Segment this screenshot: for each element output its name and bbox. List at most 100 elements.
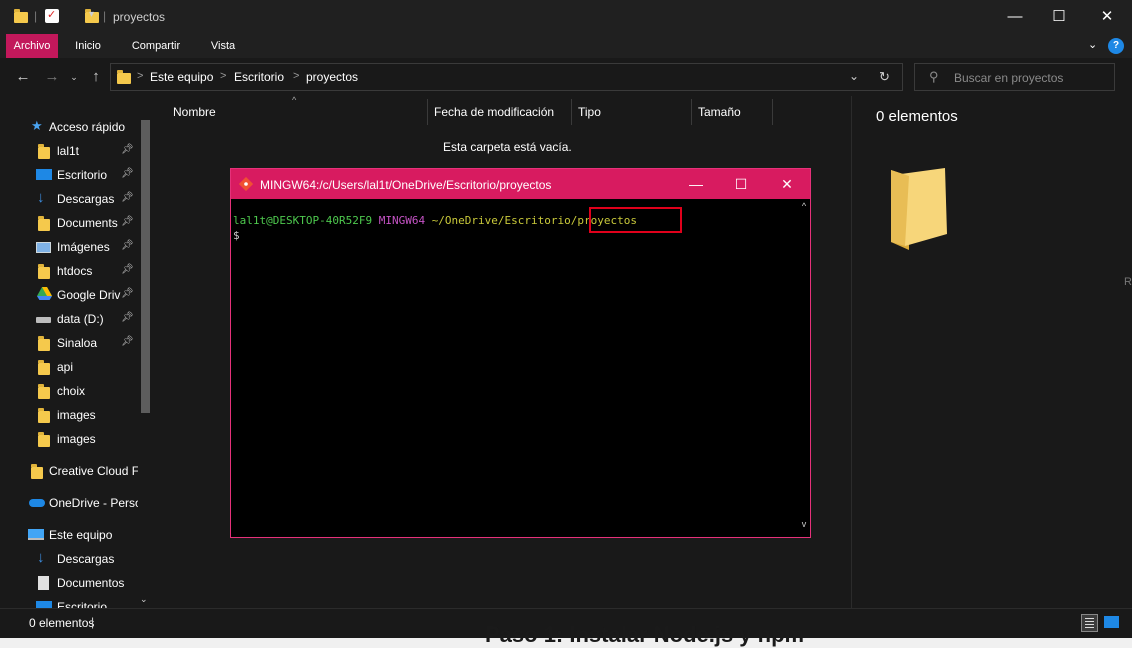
pin-icon: 📌︎: [121, 240, 134, 251]
breadcrumb-escritorio[interactable]: Escritorio: [234, 70, 284, 84]
address-bar[interactable]: > Este equipo > Escritorio > proyectos ⌄…: [110, 63, 903, 91]
sidebar-scrollbar-thumb[interactable]: [141, 120, 150, 413]
computer-icon: [28, 529, 44, 540]
sidebar-item-images[interactable]: images: [0, 403, 140, 427]
properties-icon[interactable]: ✓: [45, 9, 59, 23]
sidebar-item-label: Creative Cloud F: [49, 464, 140, 478]
onedrive-icon: [29, 499, 45, 507]
terminal-maximize-button[interactable]: ☐: [718, 169, 764, 199]
scroll-down-icon[interactable]: ⌄: [140, 594, 148, 605]
chevron-down-icon[interactable]: ⌄: [849, 69, 859, 83]
background-page-heading: Paso 1: Instalar Node.js y npm: [485, 622, 805, 647]
column-header-fecha[interactable]: Fecha de modificación: [434, 105, 554, 135]
drive-disk-icon: [36, 317, 51, 323]
tab-archivo[interactable]: Archivo: [6, 34, 58, 58]
terminal-window[interactable]: MINGW64:/c/Users/lal1t/OneDrive/Escritor…: [230, 168, 811, 538]
pane-edge-marker: R: [1124, 276, 1132, 288]
folder-icon: [38, 216, 50, 231]
column-divider[interactable]: [772, 99, 773, 125]
status-divider: |: [91, 615, 95, 629]
column-divider[interactable]: [571, 99, 572, 125]
sidebar-item-data-d[interactable]: data (D:) 📌︎: [0, 307, 140, 331]
terminal-scrollbar[interactable]: ^ v: [798, 199, 810, 537]
empty-folder-message: Esta carpeta está vacía.: [443, 140, 572, 154]
sidebar-item-este-equipo[interactable]: Este equipo: [0, 523, 140, 547]
navigation-bar: ← → ⌄ ↑ > Este equipo > Escritorio > pro…: [0, 58, 1132, 98]
sidebar-item-documents[interactable]: Documents 📌︎: [0, 211, 140, 235]
maximize-button[interactable]: ☐: [1036, 0, 1082, 34]
pin-icon: 📌︎: [121, 288, 134, 299]
breadcrumb-separator: >: [220, 70, 227, 82]
column-header-tamano[interactable]: Tamaño: [698, 105, 741, 135]
sidebar-item-imagenes[interactable]: Imágenes 📌︎: [0, 235, 140, 259]
sidebar-item-label: Google Driv: [57, 288, 121, 302]
file-explorer-window: | ✓ ▾ | proyectos — ☐ ✕ Archivo Inicio C…: [0, 0, 1132, 647]
download-icon: ↓: [37, 189, 45, 206]
scroll-down-icon[interactable]: v: [798, 519, 810, 529]
sidebar-item-descargas[interactable]: ↓ Descargas 📌︎: [0, 187, 140, 211]
pin-icon: 📌︎: [121, 144, 134, 155]
details-view-icon[interactable]: [1081, 614, 1098, 632]
back-arrow-icon[interactable]: ←: [12, 66, 34, 88]
up-arrow-icon[interactable]: ↑: [85, 66, 107, 88]
sidebar-item-label: images: [57, 408, 96, 422]
sidebar-item-onedrive[interactable]: OneDrive - Perso: [0, 491, 140, 515]
terminal-close-button[interactable]: ✕: [764, 169, 810, 199]
terminal-user-host: lal1t@DESKTOP-40R52F9: [233, 214, 373, 227]
git-icon: [238, 176, 254, 192]
large-icons-view-icon[interactable]: [1104, 616, 1119, 628]
scroll-up-icon[interactable]: ^: [798, 201, 810, 211]
column-header-tipo[interactable]: Tipo: [578, 105, 601, 135]
sidebar-item-api[interactable]: api: [0, 355, 140, 379]
pin-icon: 📌︎: [121, 168, 134, 179]
desktop-icon: [36, 169, 52, 180]
status-item-count: 0 elementos: [29, 616, 95, 630]
breadcrumb-proyectos[interactable]: proyectos: [306, 70, 358, 84]
separator-icon: |: [34, 9, 38, 23]
search-placeholder: Buscar en proyectos: [954, 71, 1064, 85]
minimize-button[interactable]: —: [992, 0, 1038, 34]
sidebar-item-label: choix: [57, 384, 86, 398]
folder-icon: [38, 144, 50, 159]
pin-icon: 📌︎: [121, 192, 134, 203]
pin-icon: 📌︎: [121, 336, 134, 347]
search-box[interactable]: ⚲ Buscar en proyectos: [914, 63, 1115, 91]
tab-inicio[interactable]: Inicio: [66, 34, 110, 58]
sidebar-item-label: api: [57, 360, 74, 374]
sidebar-item-lal1t[interactable]: lal1t 📌︎: [0, 139, 140, 163]
column-divider[interactable]: [427, 99, 428, 125]
column-divider[interactable]: [691, 99, 692, 125]
quick-access-dropdown-icon[interactable]: ▾: [89, 9, 94, 25]
terminal-output[interactable]: lal1t@DESKTOP-40R52F9 MINGW64 ~/OneDrive…: [231, 199, 798, 537]
column-header-nombre[interactable]: Nombre: [173, 105, 216, 135]
terminal-shell-name: MINGW64: [378, 214, 426, 227]
sidebar-item-acceso-rapido[interactable]: ★ Acceso rápido: [0, 115, 140, 139]
sidebar-item-choix[interactable]: choix: [0, 379, 140, 403]
title-bar: | ✓ ▾ | proyectos — ☐ ✕: [0, 0, 1132, 34]
close-button[interactable]: ✕: [1084, 0, 1130, 34]
refresh-icon[interactable]: ↻: [879, 69, 890, 85]
pin-icon: 📌︎: [121, 312, 134, 323]
sidebar-item-google-drive[interactable]: Google Driv 📌︎: [0, 283, 140, 307]
folder-icon: [14, 9, 28, 23]
download-icon: ↓: [37, 549, 45, 566]
recent-dropdown-icon[interactable]: ⌄: [63, 66, 85, 88]
tab-vista[interactable]: Vista: [202, 34, 244, 58]
forward-arrow-icon[interactable]: →: [41, 66, 63, 88]
drive-icon: [37, 287, 52, 301]
sidebar-item-creative-cloud[interactable]: Creative Cloud F: [0, 459, 140, 483]
sidebar-item-htdocs[interactable]: htdocs 📌︎: [0, 259, 140, 283]
breadcrumb-este-equipo[interactable]: Este equipo: [150, 70, 213, 84]
sidebar-item-documentos[interactable]: Documentos: [0, 571, 140, 595]
sidebar-item-images[interactable]: images: [0, 427, 140, 451]
details-item-count: 0 elementos: [876, 108, 958, 125]
sidebar-item-sinaloa[interactable]: Sinaloa 📌︎: [0, 331, 140, 355]
sidebar-item-escritorio[interactable]: Escritorio 📌︎: [0, 163, 140, 187]
terminal-minimize-button[interactable]: —: [673, 169, 719, 199]
tab-compartir[interactable]: Compartir: [124, 34, 188, 58]
chevron-down-icon[interactable]: ⌄: [1088, 38, 1097, 51]
help-icon[interactable]: ?: [1108, 38, 1124, 54]
folder-icon: [38, 432, 50, 447]
terminal-title-bar[interactable]: MINGW64:/c/Users/lal1t/OneDrive/Escritor…: [231, 169, 810, 199]
sidebar-item-descargas[interactable]: ↓ Descargas: [0, 547, 140, 571]
